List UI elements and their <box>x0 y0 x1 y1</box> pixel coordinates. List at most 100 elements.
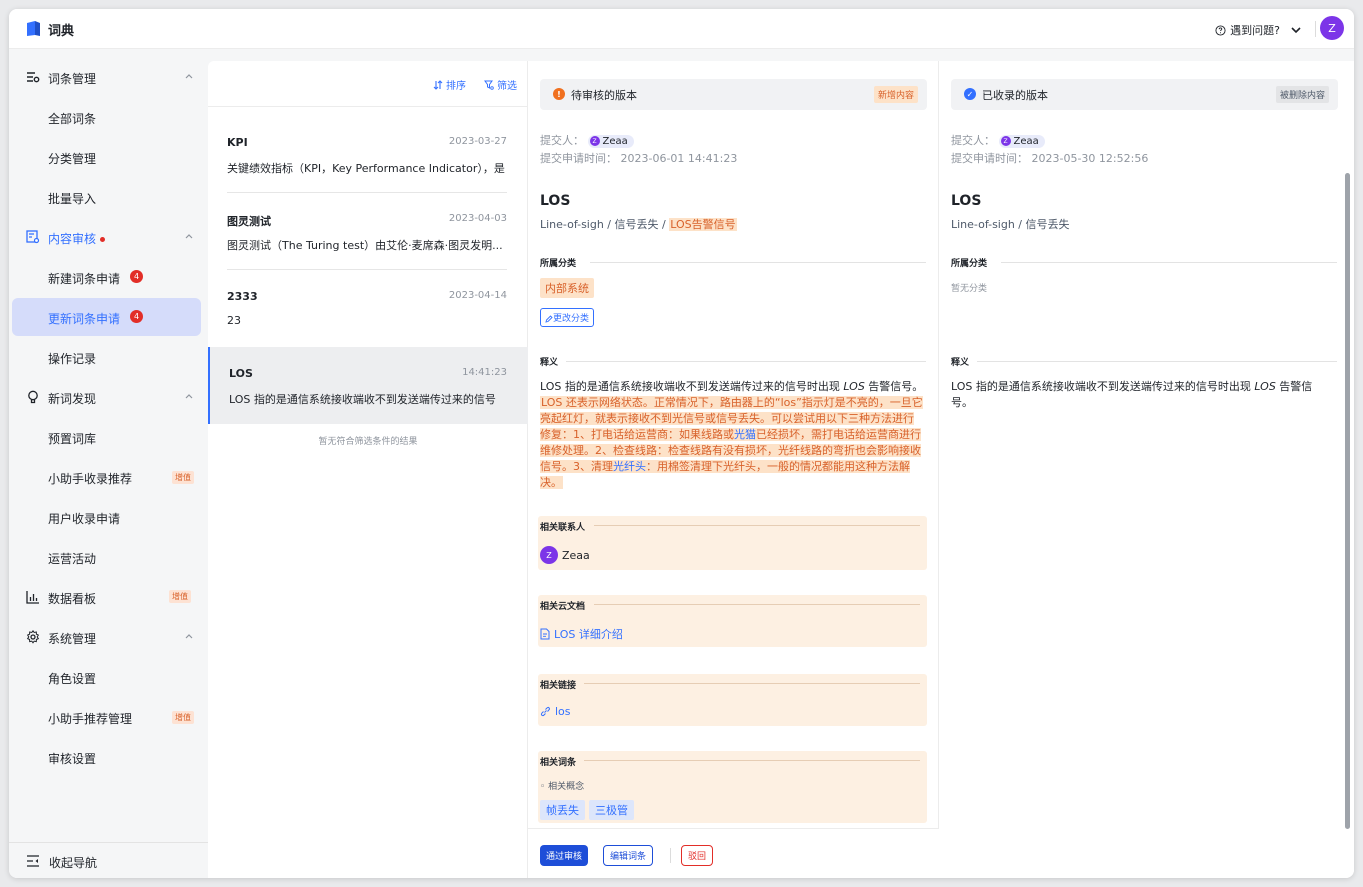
user-avatar[interactable]: Z <box>1320 16 1344 40</box>
entry-name: LOS <box>229 367 253 380</box>
entry-desc: LOS 指的是通信系统接收端收不到发送端传过来的信号 <box>229 393 496 406</box>
paid-tag: 增值 <box>172 471 194 484</box>
check-circle-icon: ✓ <box>964 88 976 100</box>
links-title: 相关链接 <box>540 681 577 691</box>
submitter-chip[interactable]: Z Zeaa <box>998 134 1045 148</box>
approve-button[interactable]: 通过审核 <box>540 845 589 866</box>
sidebar-item-roles[interactable]: 角色设置 <box>12 658 201 696</box>
inline-link[interactable]: 光猫 <box>734 428 756 441</box>
sidebar-group-label-wrap: 内容审核 <box>48 230 106 247</box>
pending-version-panel: ! 待审核的版本 新增内容 提交人： Z Zeaa 提交申请时间： 2023-06… <box>528 61 939 878</box>
no-category-text: 暂无分类 <box>951 284 988 294</box>
category-section-title: 所属分类 <box>951 259 988 269</box>
sidebar-group-system[interactable]: 系统管理 <box>9 617 208 657</box>
sidebar-item-label: 小助手推荐管理 <box>48 712 133 726</box>
external-link[interactable]: los <box>540 705 571 718</box>
sidebar-group-review[interactable]: 内容审核 <box>9 217 208 257</box>
related-term-tag[interactable]: 三极管 <box>589 800 634 820</box>
notification-dot <box>100 237 106 242</box>
submitter-label: 提交人： <box>951 134 995 147</box>
sidebar-group-discovery[interactable]: 新词发现 <box>9 377 208 417</box>
related-concept-text: 相关概念 <box>548 782 585 792</box>
paid-tag: 增值 <box>169 590 191 603</box>
entry-date: 2023-04-03 <box>448 213 507 224</box>
sidebar-item-preset-library[interactable]: 预置词库 <box>12 418 201 456</box>
count-badge: 4 <box>130 270 143 283</box>
edit-entry-button[interactable]: 编辑词条 <box>603 845 654 866</box>
sidebar-item-new-requests[interactable]: 新建词条申请 4 <box>12 258 201 296</box>
inline-link[interactable]: 光纤头 <box>613 460 646 473</box>
chevron-up-icon <box>185 634 193 639</box>
sidebar-item-assistant-recommend[interactable]: 小助手收录推荐 增值 <box>12 458 201 496</box>
list-item[interactable]: 图灵测试 2023-04-03 图灵测试（The Turing test）由艾伦… <box>208 193 528 270</box>
sidebar-item-assistant-manage[interactable]: 小助手推荐管理 增值 <box>12 698 201 736</box>
section-divider <box>1001 262 1337 263</box>
definition-section-title: 释义 <box>951 358 970 368</box>
reject-button[interactable]: 驳回 <box>681 845 714 866</box>
sidebar-item-update-requests[interactable]: 更新词条申请 4 <box>12 298 201 336</box>
list-item[interactable]: 2333 2023-04-14 23 <box>208 270 528 347</box>
app-window: 词典 遇到问题? Z 词条管理 全部词条 分类管理 批量导入 内容审核 新建词条… <box>9 9 1354 878</box>
submitter-chip[interactable]: Z Zeaa <box>587 134 634 148</box>
related-term-tag[interactable]: 帧丢失 <box>540 800 585 820</box>
collapse-nav-button[interactable]: 收起导航 <box>9 842 208 878</box>
sidebar-item-all-entries[interactable]: 全部词条 <box>12 98 201 136</box>
contact-chip[interactable]: Z Zeaa <box>540 546 590 564</box>
submit-time-row: 提交申请时间： 2023-06-01 14:41:23 <box>540 150 737 166</box>
added-content-tag: 新增内容 <box>873 86 918 103</box>
scrollbar[interactable] <box>1345 173 1350 829</box>
count-badge: 4 <box>130 310 143 323</box>
sidebar-item-campaigns[interactable]: 运营活动 <box>12 538 201 576</box>
submit-time-row: 提交申请时间： 2023-05-30 12:52:56 <box>951 150 1148 166</box>
submitter-label: 提交人： <box>540 134 584 147</box>
list-item-selected[interactable]: LOS 14:41:23 LOS 指的是通信系统接收端收不到发送端传过来的信号 <box>208 347 528 424</box>
app-title: 词典 <box>48 24 75 39</box>
entry-name: 2333 <box>227 290 258 303</box>
related-concept-label: ◦ 相关概念 <box>540 782 585 792</box>
filter-button[interactable]: 筛选 <box>484 77 517 92</box>
section-divider <box>584 760 920 761</box>
sidebar-item-label: 用户收录申请 <box>48 512 121 526</box>
sidebar-item-categories[interactable]: 分类管理 <box>12 138 201 176</box>
sidebar-item-label: 分类管理 <box>48 152 97 166</box>
docs-card: 相关云文档 LOS 详细介绍 <box>538 595 927 647</box>
sidebar-item-user-requests[interactable]: 用户收录申请 <box>12 498 201 536</box>
doc-link-label: LOS 详细介绍 <box>554 628 623 641</box>
doc-link[interactable]: LOS 详细介绍 <box>540 626 623 642</box>
added-alias: LOS告警信号 <box>669 218 737 231</box>
link-icon <box>540 706 550 717</box>
added-definition: LOS 还表示网络状态。正常情况下，路由器上的“los”指示灯是不亮的，一旦它亮… <box>540 396 923 489</box>
submitter-name: Zeaa <box>602 135 628 147</box>
entry-name: KPI <box>227 136 248 149</box>
sidebar-item-label: 批量导入 <box>48 192 97 206</box>
section-divider <box>594 525 920 526</box>
sidebar-group-label: 词条管理 <box>48 72 97 86</box>
sidebar-group-dashboard[interactable]: 数据看板 增值 <box>9 577 208 617</box>
document-icon <box>540 628 550 640</box>
list-item[interactable]: KPI 2023-03-27 关键绩效指标（KPI，Key Performanc… <box>208 116 528 193</box>
entry-desc: 图灵测试（The Turing test）由艾伦·麦席森·图灵发明... <box>227 239 503 252</box>
sidebar-item-label: 审核设置 <box>48 752 97 766</box>
category-tag: 内部系统 <box>540 278 594 298</box>
definition-text: LOS 指的是通信系统接收端收不到发送端传过来的信号时出现 LOS 告警信号。 <box>951 379 1321 411</box>
top-bar: 词典 遇到问题? Z <box>9 9 1354 49</box>
submit-time-value: 2023-05-30 12:52:56 <box>1031 152 1149 165</box>
definition-section-title: 释义 <box>540 358 559 368</box>
sidebar-item-bulk-import[interactable]: 批量导入 <box>12 178 201 216</box>
entry-desc: 关键绩效指标（KPI，Key Performance Indicator），是 <box>227 162 505 175</box>
published-version-title: 已收录的版本 <box>982 89 1048 102</box>
sidebar-item-review-settings[interactable]: 审核设置 <box>12 738 201 776</box>
section-divider <box>566 361 926 362</box>
chevron-up-icon <box>185 394 193 399</box>
submit-time-label: 提交申请时间： <box>540 152 617 165</box>
sidebar-item-operation-log[interactable]: 操作记录 <box>12 338 201 376</box>
list-icon <box>27 72 40 83</box>
entry-date: 2023-04-14 <box>448 290 507 301</box>
definition-text: LOS 指的是通信系统接收端收不到发送端传过来的信号时出现 LOS 告警信号。 L… <box>540 379 924 491</box>
sort-button[interactable]: 排序 <box>433 77 466 92</box>
change-category-button[interactable]: 更改分类 <box>540 308 595 327</box>
sidebar-group-entries[interactable]: 词条管理 <box>9 57 208 97</box>
dictionary-logo-icon <box>27 21 40 36</box>
review-actions: 通过审核 编辑词条 驳回 <box>528 828 939 878</box>
help-menu[interactable]: 遇到问题? <box>1215 22 1302 38</box>
